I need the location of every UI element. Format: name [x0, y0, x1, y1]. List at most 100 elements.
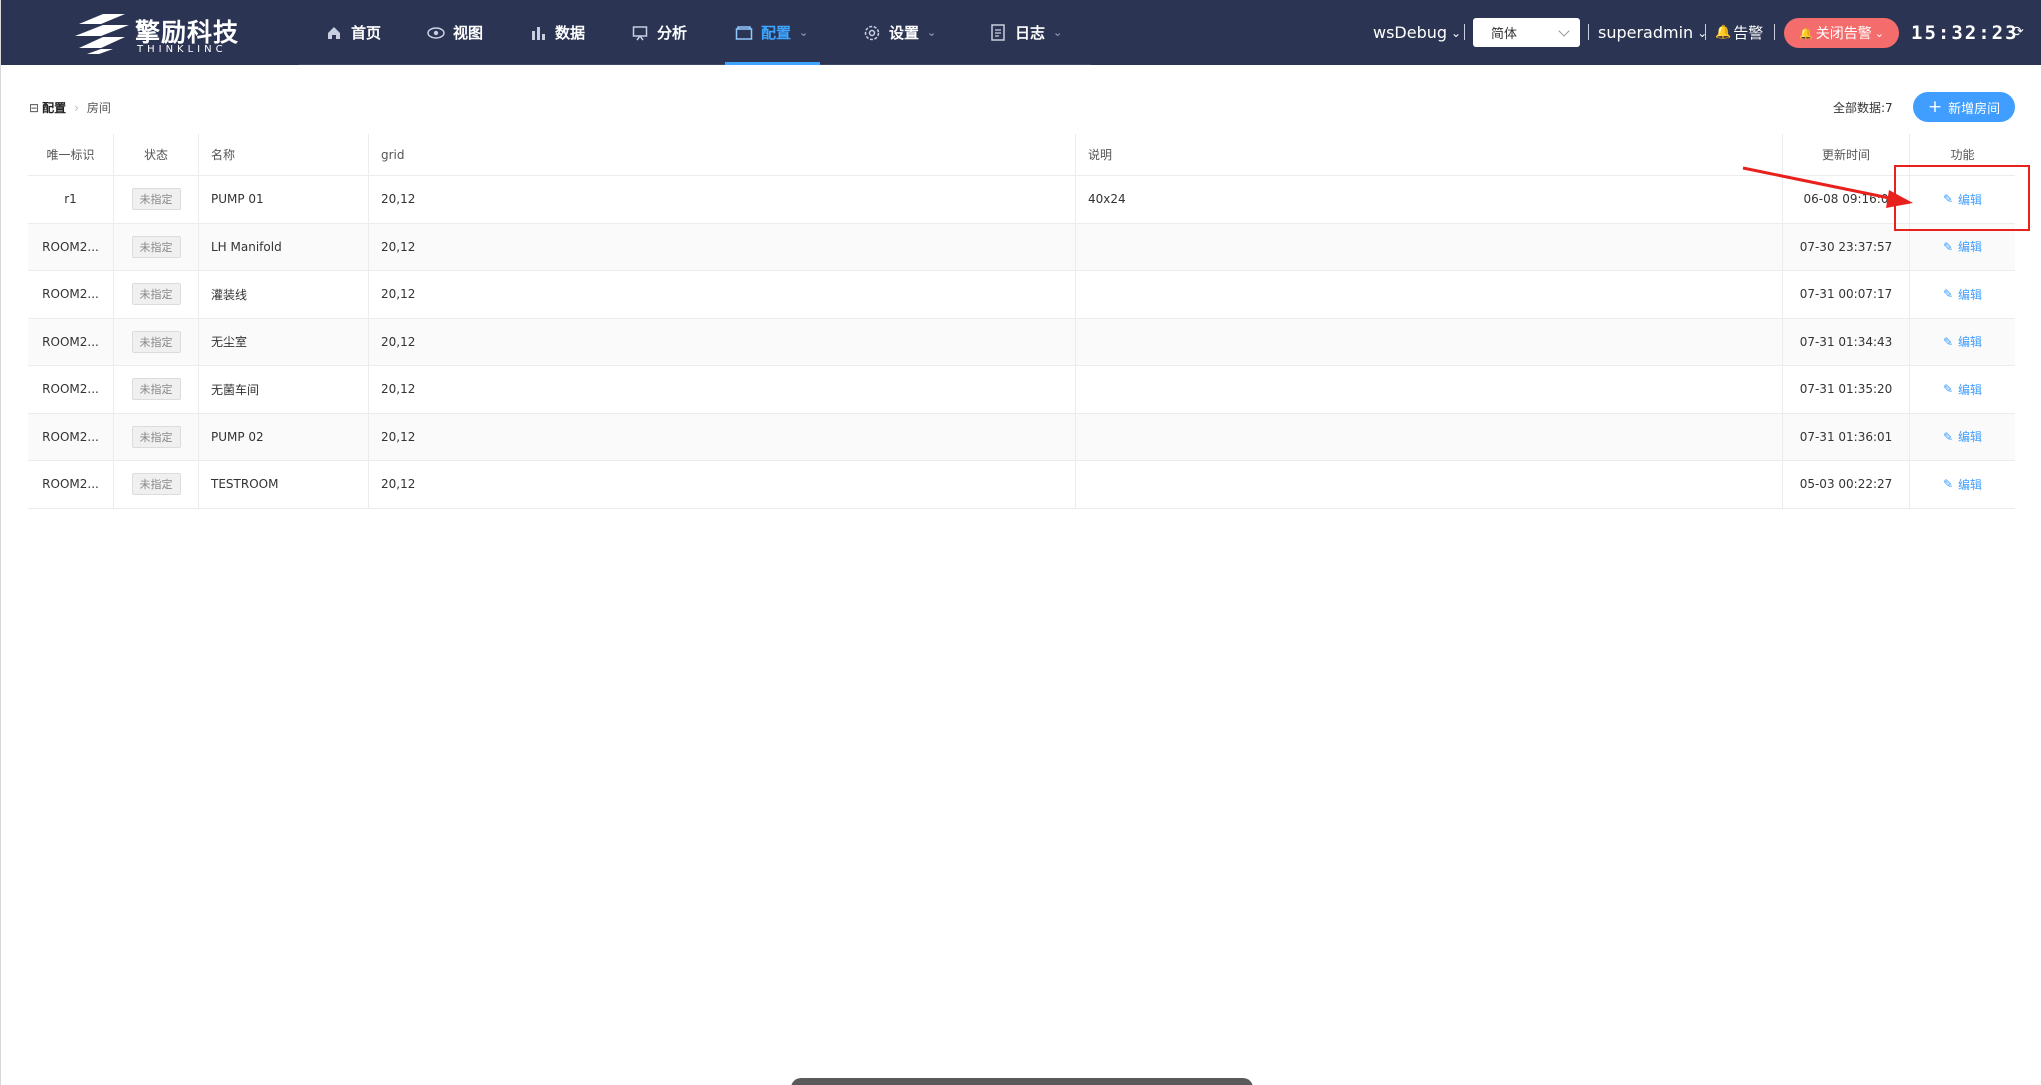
status-badge: 未指定 — [131, 378, 181, 401]
cell-updated: 06-08 09:16:0 — [1783, 176, 1910, 223]
edit-button[interactable]: ✎ 编辑 — [1943, 381, 1982, 398]
table-row[interactable]: ROOM2... 未指定 LH Manifold 20,12 07-30 23:… — [28, 223, 2015, 271]
edit-button[interactable]: ✎ 编辑 — [1943, 333, 1982, 350]
nav-item-home[interactable]: 首页 — [325, 0, 381, 65]
column-header-grid[interactable]: grid — [369, 134, 1076, 175]
eye-icon — [427, 24, 445, 42]
refresh-icon[interactable]: ⟳ — [2012, 24, 2024, 40]
nav-item-logs[interactable]: 日志 ⌄ — [989, 0, 1062, 65]
nav-item-view[interactable]: 视图 — [427, 0, 483, 65]
table-row[interactable]: ROOM2... 未指定 无菌车间 20,12 07-31 01:35:20 ✎… — [28, 366, 2015, 414]
bell-icon: 🔔 — [1799, 26, 1813, 40]
logo-mark-icon — [75, 14, 129, 54]
nav-item-data[interactable]: 数据 — [529, 0, 585, 65]
cell-grid: 20,12 — [369, 461, 1076, 508]
chevron-right-icon: › — [74, 100, 79, 115]
cell-description — [1076, 271, 1783, 318]
cell-grid: 20,12 — [369, 271, 1076, 318]
table-row[interactable]: ROOM2... 未指定 灌装线 20,12 07-31 00:07:17 ✎ 编… — [28, 271, 2015, 319]
pencil-icon: ✎ — [1942, 382, 1954, 397]
pencil-icon: ✎ — [1942, 477, 1954, 492]
table-row[interactable]: ROOM2... 未指定 无尘室 20,12 07-31 01:34:43 ✎ 编… — [28, 318, 2015, 366]
bell-icon: 🔔 — [1715, 25, 1732, 40]
document-icon — [989, 24, 1007, 42]
status-badge: 未指定 — [131, 473, 181, 496]
column-header-status[interactable]: 状态 — [114, 134, 199, 175]
cell-name: PUMP 02 — [199, 413, 369, 460]
edit-button[interactable]: ✎ 编辑 — [1943, 428, 1982, 445]
cell-id: ROOM2... — [28, 366, 114, 413]
nav-item-analysis[interactable]: 分析 — [631, 0, 687, 65]
workspace-dropdown[interactable]: wsDebug ⌄ — [1373, 0, 1461, 65]
divider — [1464, 24, 1465, 40]
user-dropdown[interactable]: superadmin ⌄ — [1598, 0, 1707, 65]
close-alarm-button[interactable]: 🔔 关闭告警 ⌄ — [1784, 18, 1899, 48]
status-badge: 未指定 — [131, 330, 181, 353]
cell-updated: 05-03 00:22:27 — [1783, 461, 1910, 508]
language-select[interactable]: 简体 — [1473, 18, 1580, 47]
cell-name: 无尘室 — [199, 318, 369, 365]
cell-id: r1 — [28, 176, 114, 223]
chevron-down-icon — [1558, 25, 1570, 37]
cell-grid: 20,12 — [369, 413, 1076, 460]
rooms-table: 唯一标识 状态 名称 grid 说明 更新时间 功能 r1 未指定 PUMP 0… — [28, 134, 2015, 509]
cell-id: ROOM2... — [28, 318, 114, 365]
divider — [1588, 24, 1589, 40]
edit-button[interactable]: ✎ 编辑 — [1943, 238, 1982, 255]
cell-description — [1076, 413, 1783, 460]
gear-icon — [863, 24, 881, 42]
cell-id: ROOM2... — [28, 223, 114, 270]
table-header: 唯一标识 状态 名称 grid 说明 更新时间 功能 — [28, 134, 2015, 176]
total-count: 全部数据:7 — [1833, 101, 1893, 115]
collapse-icon[interactable]: ⊟ — [29, 101, 39, 115]
cell-name: PUMP 01 — [199, 176, 369, 223]
breadcrumb: ⊟ 配置 › 房间 — [29, 99, 111, 116]
cell-id: ROOM2... — [28, 461, 114, 508]
chevron-down-icon: ⌄ — [1451, 25, 1462, 40]
cell-name: LH Manifold — [199, 223, 369, 270]
column-header-name[interactable]: 名称 — [199, 134, 369, 175]
cell-grid: 20,12 — [369, 366, 1076, 413]
cell-updated: 07-30 23:37:57 — [1783, 223, 1910, 270]
nav-item-settings[interactable]: 设置 ⌄ — [863, 0, 936, 65]
edit-button[interactable]: ✎ 编辑 — [1943, 286, 1982, 303]
pencil-icon: ✎ — [1942, 429, 1954, 444]
status-badge: 未指定 — [131, 425, 181, 448]
table-row[interactable]: r1 未指定 PUMP 01 20,12 40x24 06-08 09:16:0… — [28, 176, 2015, 224]
column-header-updated[interactable]: 更新时间 — [1783, 134, 1910, 175]
cell-grid: 20,12 — [369, 318, 1076, 365]
folder-icon — [735, 24, 753, 42]
pencil-icon: ✎ — [1942, 239, 1954, 254]
chevron-down-icon: ⌄ — [927, 26, 937, 39]
status-badge: 未指定 — [131, 188, 181, 211]
top-navigation-bar: 擎励科技 THINKLINC 首页 视图 数据 分析 配置 ⌄ 设置 ⌄ 日志 … — [1, 0, 2041, 65]
bar-chart-icon — [529, 24, 547, 42]
add-room-button[interactable]: + 新增房间 — [1913, 92, 2015, 122]
pencil-icon: ✎ — [1942, 334, 1954, 349]
pencil-icon: ✎ — [1942, 287, 1954, 302]
cell-updated: 07-31 01:36:01 — [1783, 413, 1910, 460]
column-header-description[interactable]: 说明 — [1076, 134, 1783, 175]
cell-updated: 07-31 01:34:43 — [1783, 318, 1910, 365]
cell-grid: 20,12 — [369, 223, 1076, 270]
table-row[interactable]: ROOM2... 未指定 PUMP 02 20,12 07-31 01:36:0… — [28, 413, 2015, 461]
main-nav: 首页 视图 数据 分析 配置 ⌄ 设置 ⌄ 日志 ⌄ — [299, 0, 1091, 65]
plus-icon: + — [1927, 96, 1943, 117]
horizontal-scrollbar[interactable] — [791, 1078, 1253, 1085]
edit-button[interactable]: ✎ 编辑 — [1943, 476, 1982, 493]
table-row[interactable]: ROOM2... 未指定 TESTROOM 20,12 05-03 00:22:… — [28, 461, 2015, 509]
cell-description — [1076, 366, 1783, 413]
cell-description: 40x24 — [1076, 176, 1783, 223]
cell-name: 灌装线 — [199, 271, 369, 318]
chevron-down-icon: ⌄ — [1053, 26, 1063, 39]
alarm-link[interactable]: 🔔 告警 — [1715, 0, 1763, 65]
brand-name-en: THINKLINC — [137, 44, 227, 55]
cell-id: ROOM2... — [28, 413, 114, 460]
presentation-icon — [631, 24, 649, 42]
cell-description — [1076, 318, 1783, 365]
brand-logo[interactable]: 擎励科技 THINKLINC — [73, 10, 243, 56]
nav-item-config[interactable]: 配置 ⌄ — [724, 0, 821, 65]
breadcrumb-config[interactable]: 配置 — [42, 99, 66, 116]
column-header-id[interactable]: 唯一标识 — [28, 134, 114, 175]
cell-description — [1076, 223, 1783, 270]
